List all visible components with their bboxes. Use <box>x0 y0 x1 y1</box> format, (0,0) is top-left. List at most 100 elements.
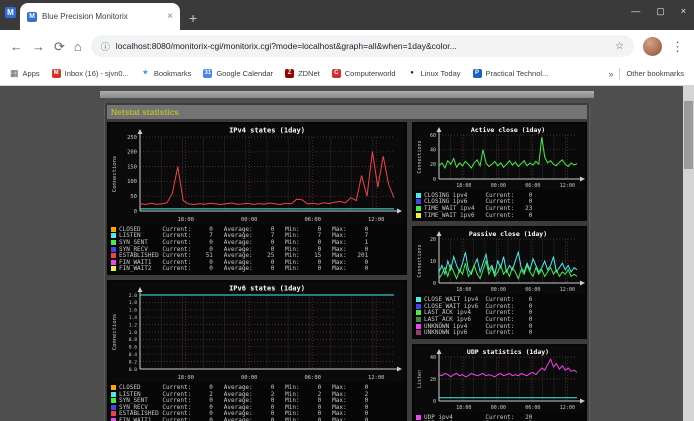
y-axis-label: Listen <box>417 370 423 388</box>
legend-color-swatch <box>416 297 421 302</box>
svg-text:1.2: 1.2 <box>129 323 138 329</box>
window-controls: — ▢ × <box>631 6 686 17</box>
overflow-chevron-icon[interactable]: » <box>608 69 613 79</box>
legend-color-swatch <box>111 411 116 416</box>
bookmark-favicon: Z <box>285 69 294 78</box>
svg-text:0.8: 0.8 <box>129 337 138 343</box>
svg-text:50: 50 <box>130 194 137 200</box>
legend-color-swatch <box>111 247 116 252</box>
bookmark-label: Linux Today <box>421 69 461 78</box>
site-info-icon[interactable]: ⓘ <box>101 40 110 53</box>
svg-text:1.6: 1.6 <box>129 308 138 314</box>
legend-color-swatch <box>111 260 116 265</box>
bookmark-favicon: M <box>52 69 61 78</box>
new-tab-button[interactable]: + <box>189 11 197 25</box>
legend-color-swatch <box>111 227 116 232</box>
legend-color-swatch <box>416 330 421 335</box>
chart-image[interactable]: 18:0000:0006:0012:000.00.20.40.60.81.01.… <box>110 282 404 382</box>
svg-text:0.2: 0.2 <box>129 360 138 366</box>
svg-text:00:00: 00:00 <box>490 183 505 189</box>
bookmark-label: Computerworld <box>345 69 396 78</box>
svg-text:100: 100 <box>127 179 137 185</box>
svg-text:20: 20 <box>429 237 435 243</box>
page-content: Netstat statistics 18:0000:0006:0012:000… <box>0 86 694 421</box>
svg-text:06:00: 06:00 <box>525 183 540 189</box>
legend-color-swatch <box>416 310 421 315</box>
y-axis-label: Connections <box>112 156 118 192</box>
legend-row: FIN_WAIT2 Current: 0 Average: 0 Min: 0 M… <box>111 266 403 273</box>
legend-row: TIME_WAIT ipv6 Current: 0 <box>416 212 583 219</box>
bookmark-item[interactable]: ●Linux Today <box>408 69 461 78</box>
bookmark-item[interactable]: PPractical Technol... <box>473 69 549 78</box>
forward-button[interactable]: → <box>32 40 45 53</box>
chart-image[interactable]: 18:0000:0006:0012:0002040UDP statistics … <box>415 346 585 412</box>
chart-title: Passive close (1day) <box>468 230 546 238</box>
svg-text:12:00: 12:00 <box>559 287 574 293</box>
legend-color-swatch <box>416 206 421 211</box>
svg-text:18:00: 18:00 <box>456 405 471 411</box>
home-button[interactable]: ⌂ <box>74 40 82 53</box>
legend-color-swatch <box>416 324 421 329</box>
legend-color-swatch <box>416 193 421 198</box>
svg-text:0.0: 0.0 <box>129 367 138 373</box>
bookmark-item[interactable]: MInbox (16) - sjvn0... <box>52 69 129 78</box>
bookmark-item[interactable]: 31 Google Calendar <box>203 69 273 78</box>
svg-text:1.4: 1.4 <box>129 315 138 321</box>
chart-panel-ipv6-states: 18:0000:0006:0012:000.00.20.40.60.81.01.… <box>107 280 407 421</box>
section-header: Netstat statistics <box>107 105 587 119</box>
page-scrollbar[interactable] <box>683 86 694 421</box>
svg-text:1.8: 1.8 <box>129 300 138 306</box>
bookmark-items: MInbox (16) - sjvn0... ★Bookmarks 31 Google… <box>52 69 549 78</box>
y-axis-label: Connections <box>417 245 423 278</box>
bookmark-item[interactable]: Z ZDNet <box>285 69 320 78</box>
svg-text:40: 40 <box>429 147 435 153</box>
legend-color-swatch <box>416 415 421 420</box>
svg-text:00:00: 00:00 <box>490 287 505 293</box>
svg-text:12:00: 12:00 <box>368 217 385 223</box>
chart-image[interactable]: 18:0000:0006:0012:000204060Active close … <box>415 124 585 190</box>
bookmark-label: Bookmarks <box>154 69 192 78</box>
url-text[interactable]: localhost:8080/monitorix-cgi/monitorix.c… <box>116 41 609 51</box>
tab-favicon-icon: M <box>27 12 37 22</box>
profile-avatar[interactable] <box>643 37 662 56</box>
legend-color-swatch <box>111 405 116 410</box>
legend-color-swatch <box>111 392 116 397</box>
chart-panel-passive-close: 18:0000:0006:0012:0001020Passive close (… <box>412 226 587 339</box>
apps-shortcut[interactable]: ▦ Apps <box>10 69 40 78</box>
back-button[interactable]: ← <box>10 40 23 53</box>
other-bookmarks[interactable]: Other bookmarks <box>626 69 684 78</box>
legend-color-swatch <box>111 233 116 238</box>
y-axis-label: Connections <box>417 140 423 173</box>
reload-button[interactable]: ⟳ <box>54 40 65 53</box>
bookmark-item[interactable]: CComputerworld <box>332 69 396 78</box>
maximize-button[interactable]: ▢ <box>656 6 665 17</box>
bookmarks-bar: ▦ Apps MInbox (16) - sjvn0... ★Bookmarks 3… <box>0 62 694 86</box>
bookmark-star-icon[interactable]: ☆ <box>615 41 624 52</box>
chart-legend: CLOSE_WAIT ipv4 Current: 6CLOSE_WAIT ipv… <box>414 294 585 336</box>
chart-title: UDP statistics (1day) <box>466 348 548 356</box>
address-bar[interactable]: ⓘ localhost:8080/monitorix-cgi/monitorix… <box>91 35 634 57</box>
svg-text:00:00: 00:00 <box>490 405 505 411</box>
bookmark-label: Google Calendar <box>216 69 273 78</box>
svg-text:06:00: 06:00 <box>304 375 321 381</box>
window-icon: M <box>5 7 16 18</box>
chart-image[interactable]: 18:0000:0006:0012:0001020Passive close (… <box>415 228 585 294</box>
minimize-button[interactable]: — <box>631 6 640 17</box>
bookmarks-divider <box>619 68 620 80</box>
scrollbar-thumb[interactable] <box>684 101 693 169</box>
svg-text:40: 40 <box>429 355 435 361</box>
close-button[interactable]: × <box>681 6 686 17</box>
chart-image[interactable]: 18:0000:0006:0012:00050100150200250IPv4 … <box>110 124 404 224</box>
svg-text:200: 200 <box>127 150 137 156</box>
browser-tab[interactable]: M Blue Precision Monitorix × <box>20 3 180 30</box>
bookmark-item[interactable]: ★Bookmarks <box>141 69 192 78</box>
tab-close-icon[interactable]: × <box>167 11 173 22</box>
chart-legend: CLOSING ipv4 Current: 0CLOSING ipv6 Curr… <box>414 190 585 218</box>
bookmark-favicon: 31 <box>203 69 212 78</box>
svg-text:2.0: 2.0 <box>129 293 138 299</box>
bookmarks-right: » Other bookmarks <box>608 68 684 80</box>
menu-icon[interactable]: ⋮ <box>671 40 684 53</box>
y-axis-label: Connections <box>112 314 118 350</box>
apps-grid-icon: ▦ <box>10 69 19 78</box>
bookmark-label: ZDNet <box>298 69 320 78</box>
